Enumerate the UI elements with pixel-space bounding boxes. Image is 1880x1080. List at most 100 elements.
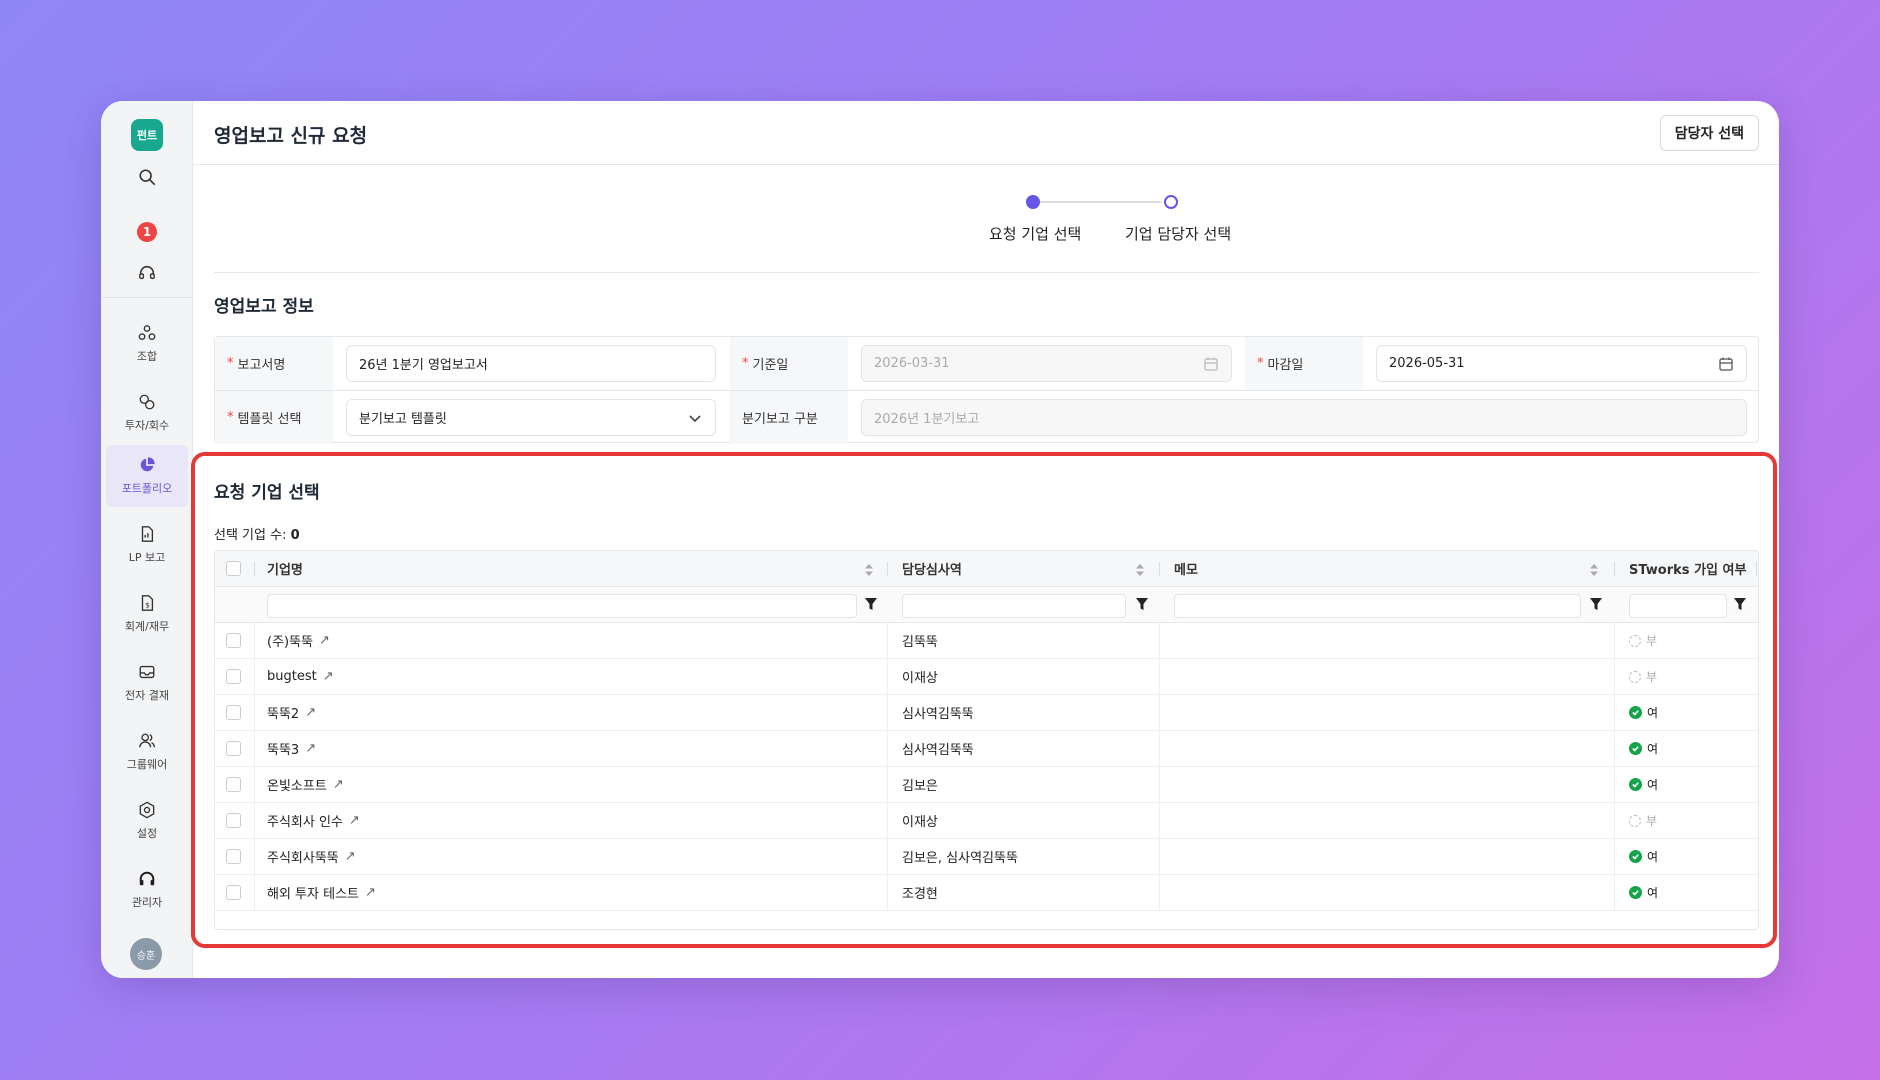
column-header-manager[interactable]: 담당심사역 (902, 551, 962, 586)
headset-icon[interactable] (137, 263, 157, 283)
sidebar-item-label: 회계/재무 (124, 620, 170, 633)
calendar-icon (1204, 357, 1218, 371)
check-circle-icon (1629, 742, 1642, 755)
column-header-memo[interactable]: 메모 (1174, 551, 1198, 586)
sort-icon[interactable] (1136, 564, 1144, 576)
table-row[interactable]: 뚝뚝3 ↗ 심사역김뚝뚝 여 (215, 731, 1758, 767)
sort-icon[interactable] (865, 564, 873, 576)
column-header-stworks[interactable]: STworks 가입 여부 (1629, 551, 1746, 586)
sidebar-divider (101, 297, 193, 298)
due-date-input[interactable]: 2026-05-31 (1376, 345, 1747, 382)
sidebar-item-groupware[interactable]: 그룹웨어 (106, 721, 188, 783)
stworks-status: 여 (1629, 875, 1658, 910)
template-select[interactable]: 분기보고 템플릿 (346, 399, 716, 436)
sidebar-item-label: 투자/회수 (124, 419, 170, 432)
company-name-link[interactable]: (주)뚝뚝 ↗ (267, 623, 330, 658)
manager-cell: 이재상 (902, 815, 938, 830)
row-checkbox[interactable] (226, 695, 241, 730)
avatar[interactable]: 승훈 (130, 938, 162, 970)
stworks-filter-input[interactable] (1629, 594, 1727, 618)
stepper-line (1033, 201, 1161, 203)
report-name-label: * 보고서명 (215, 337, 333, 390)
company-name-link[interactable]: bugtest ↗ (267, 659, 334, 694)
column-separator (1756, 562, 1757, 576)
gear-icon (139, 801, 155, 819)
report-name-input[interactable]: 26년 1분기 영업보고서 (346, 345, 716, 382)
row-checkbox[interactable] (226, 839, 241, 874)
base-date-input[interactable]: 2026-03-31 (861, 345, 1232, 382)
sidebar-item-finance[interactable]: $ 회계/재무 (106, 583, 188, 645)
row-checkbox[interactable] (226, 875, 241, 910)
company-filter-input[interactable] (267, 594, 857, 618)
app-window: 펀트 1 조합 투자/회수 포트폴리오 LP 보고 $ 회계/재무 전자 결재 … (101, 101, 1779, 978)
sort-icon[interactable] (1590, 564, 1598, 576)
pending-icon (1629, 670, 1641, 683)
sidebar-item-approval[interactable]: 전자 결재 (106, 652, 188, 714)
calendar-icon[interactable] (1718, 356, 1734, 372)
sidebar-item-label: 설정 (136, 827, 158, 840)
sidebar-item-invest[interactable]: 투자/회수 (106, 382, 188, 444)
table-row[interactable]: (주)뚝뚝 ↗ 김뚝뚝 부 (215, 623, 1758, 659)
sidebar-item-settings[interactable]: 설정 (106, 790, 188, 852)
sidebar-item-label: 조합 (136, 350, 158, 363)
portfolio-pie-icon (140, 457, 155, 472)
row-checkbox[interactable] (226, 731, 241, 766)
quarter-type-input[interactable]: 2026년 1분기보고 (861, 399, 1747, 436)
column-separator (1159, 562, 1160, 576)
row-checkbox[interactable] (226, 623, 241, 658)
manager-cell: 심사역김뚝뚝 (902, 743, 974, 758)
manager-filter-input[interactable] (902, 594, 1126, 618)
sidebar-item-lp-report[interactable]: LP 보고 (106, 514, 188, 576)
table-row[interactable]: 주식회사 인수 ↗ 이재상 부 (215, 803, 1758, 839)
page-header: 영업보고 신규 요청 담당자 선택 (193, 101, 1779, 165)
page-title: 영업보고 신규 요청 (214, 125, 368, 147)
search-icon[interactable] (137, 167, 157, 187)
check-circle-icon (1629, 778, 1642, 791)
row-checkbox[interactable] (226, 767, 241, 802)
app-logo[interactable]: 펀트 (131, 119, 163, 151)
table-row[interactable]: 주식회사뚝뚝 ↗ 김보은, 심사역김뚝뚝 여 (215, 839, 1758, 875)
column-header-company[interactable]: 기업명 (267, 551, 303, 586)
column-separator (887, 562, 888, 576)
stworks-status: 부 (1629, 659, 1657, 694)
memo-filter-input[interactable] (1174, 594, 1581, 618)
sidebar-item-admin[interactable]: 관리자 (106, 859, 188, 921)
table-row[interactable]: 해외 투자 테스트 ↗ 조경현 여 (215, 875, 1758, 911)
external-link-icon: ↗ (344, 849, 356, 864)
table-row[interactable]: 뚝뚝2 ↗ 심사역김뚝뚝 여 (215, 695, 1758, 731)
table-row[interactable]: 온빛소프트 ↗ 김보은 여 (215, 767, 1758, 803)
column-separator (254, 562, 255, 576)
external-link-icon: ↗ (332, 777, 344, 792)
svg-text:$: $ (145, 601, 150, 610)
pending-icon (1629, 634, 1641, 647)
due-date-label: * 마감일 (1245, 337, 1363, 390)
row-checkbox[interactable] (226, 803, 241, 838)
row-checkbox[interactable] (226, 659, 241, 694)
filter-icon[interactable] (865, 598, 877, 611)
column-separator (1614, 562, 1615, 576)
table-row[interactable]: bugtest ↗ 이재상 부 (215, 659, 1758, 695)
select-all-checkbox[interactable] (226, 551, 242, 586)
company-name-link[interactable]: 해외 투자 테스트 ↗ (267, 875, 376, 910)
company-name-link[interactable]: 주식회사 인수 ↗ (267, 803, 360, 838)
sidebar-item-portfolio[interactable]: 포트폴리오 (106, 445, 188, 507)
filter-icon[interactable] (1136, 598, 1148, 611)
company-name-link[interactable]: 뚝뚝3 ↗ (267, 731, 316, 766)
notification-badge[interactable]: 1 (137, 222, 157, 242)
select-assignee-button[interactable]: 담당자 선택 (1659, 115, 1759, 151)
company-name-link[interactable]: 온빛소프트 ↗ (267, 767, 344, 802)
check-circle-icon (1629, 706, 1642, 719)
external-link-icon: ↗ (305, 741, 317, 756)
stworks-status: 부 (1629, 803, 1657, 838)
external-link-icon: ↗ (365, 885, 376, 900)
filter-icon[interactable] (1734, 598, 1746, 611)
companies-section-title: 요청 기업 선택 (214, 483, 320, 503)
group-icon (139, 733, 155, 748)
company-name-link[interactable]: 뚝뚝2 ↗ (267, 695, 316, 730)
sidebar: 펀트 1 조합 투자/회수 포트폴리오 LP 보고 $ 회계/재무 전자 결재 … (101, 101, 193, 978)
company-name-link[interactable]: 주식회사뚝뚝 ↗ (267, 839, 356, 874)
sidebar-item-union[interactable]: 조합 (106, 313, 188, 375)
filter-icon[interactable] (1590, 598, 1602, 611)
manager-cell: 김뚝뚝 (902, 635, 938, 650)
manager-cell: 김보은 (902, 779, 938, 794)
